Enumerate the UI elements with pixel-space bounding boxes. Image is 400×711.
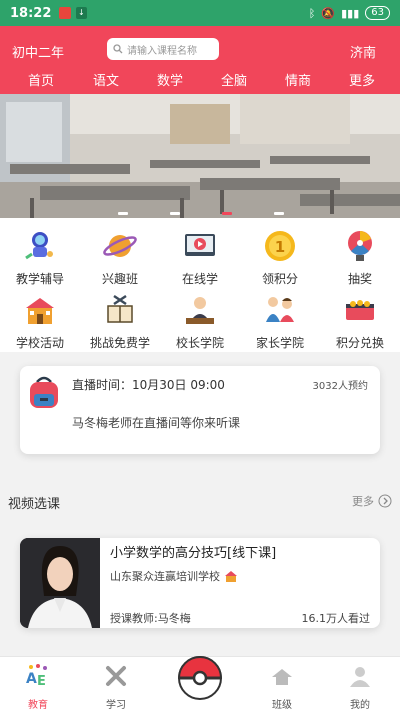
app-header: 初中二年 请输入课程名称 济南 首页 语文 数学 全脑 情商 更多 [0, 26, 400, 94]
nav-study[interactable]: 学习 [86, 663, 146, 711]
carousel-dot[interactable] [274, 212, 284, 215]
nav-label: 学习 [106, 700, 126, 711]
nav-class[interactable]: 班级 [252, 663, 312, 711]
carousel-dot[interactable] [170, 212, 180, 215]
prize-wheel-icon [348, 231, 372, 261]
grid-item-tutoring[interactable]: 教学辅导 [2, 228, 78, 287]
status-bar: 18:22 ↓ ᛒ 🔕 ▮▮▮ 63 [0, 0, 400, 26]
signal-icon: ▮▮▮ [341, 6, 360, 20]
nav-label: 我的 [350, 700, 370, 711]
tab-math[interactable]: 数学 [157, 70, 183, 89]
live-stream-card[interactable]: 直播时间：10月30日 09:00 3032人预约 马冬梅老师在直播间等你来听课 [20, 366, 380, 454]
carousel-dot[interactable] [118, 212, 128, 215]
more-label: 更多 [352, 495, 374, 508]
notification-icon [59, 7, 72, 19]
city-selector[interactable]: 济南 [350, 42, 376, 61]
grid-label: 学校活动 [15, 336, 64, 350]
astronaut-icon [25, 232, 53, 260]
grid-item-parent-academy[interactable]: 家长学院 [242, 292, 318, 351]
nav-education[interactable]: A E 教育 [8, 663, 68, 711]
grid-item-challenge-free[interactable]: 挑战免费学 [82, 292, 158, 351]
grid-item-lottery[interactable]: 抽奖 [322, 228, 398, 287]
grid-label: 校长学院 [175, 336, 224, 350]
grid-item-principal-academy[interactable]: 校长学院 [162, 292, 238, 351]
section-title: 视频选课 [8, 497, 61, 512]
planet-icon [103, 235, 137, 257]
search-icon [113, 44, 123, 54]
grid-label: 在线学 [181, 272, 218, 286]
grid-item-interest-class[interactable]: 兴趣班 [82, 228, 158, 287]
nav-profile[interactable]: 我的 [330, 663, 390, 711]
search-input[interactable]: 请输入课程名称 [107, 38, 219, 60]
video-player-icon [185, 234, 215, 256]
grid-label: 挑战免费学 [89, 336, 150, 350]
video-section-header: 视频选课 更多 [0, 486, 400, 514]
school-row[interactable]: 山东聚众连赢培训学校 [110, 568, 238, 584]
mute-icon: 🔕 [321, 6, 336, 20]
svg-text:A: A [26, 671, 37, 687]
treasure-icon [346, 300, 374, 320]
grid-item-points-exchange[interactable]: 积分兑换 [322, 292, 398, 351]
view-count: 16.1万人看过 [301, 612, 371, 625]
ae-logo-icon: A E [26, 664, 47, 689]
tab-eq[interactable]: 情商 [285, 70, 311, 89]
bluetooth-icon: ᛒ [308, 6, 316, 20]
nav-label: 班级 [272, 700, 292, 711]
schoolbag-icon [30, 376, 58, 408]
grid-item-online-learning[interactable]: 在线学 [162, 228, 238, 287]
clock: 18:22 [10, 5, 52, 21]
principal-icon [186, 297, 214, 324]
grid-item-earn-points[interactable]: 1 领积分 [242, 228, 318, 287]
book-flag-icon [107, 294, 133, 323]
teacher-photo [20, 538, 100, 628]
feature-grid: 教学辅导 兴趣班 在线学 1 领积分 抽奖 学校活动 挑战免费学 校长学院 家长… [0, 218, 400, 352]
grade-selector[interactable]: 初中二年 [12, 42, 64, 61]
svg-text:1: 1 [275, 238, 285, 256]
grid-label: 教学辅导 [15, 272, 64, 286]
banner-carousel[interactable] [0, 94, 400, 218]
carousel-dot-active[interactable] [222, 212, 232, 215]
tab-whole-brain[interactable]: 全脑 [221, 70, 247, 89]
download-icon: ↓ [76, 7, 87, 19]
reservation-count: 3032人预约 [312, 381, 368, 392]
grid-item-school-activities[interactable]: 学校活动 [2, 292, 78, 351]
cross-icon [106, 666, 126, 686]
school-badge-icon [225, 571, 237, 582]
svg-text:E: E [37, 674, 46, 689]
more-link[interactable]: 更多 [352, 493, 392, 509]
profile-icon [350, 667, 370, 687]
live-time: 直播时间：10月30日 09:00 [72, 378, 225, 392]
course-card[interactable]: 小学数学的高分技巧[线下课] 山东聚众连赢培训学校 授课教师:马冬梅 16.1万… [20, 538, 380, 628]
chevron-right-icon [378, 494, 392, 508]
course-title: 小学数学的高分技巧[线下课] [110, 546, 277, 561]
tab-chinese[interactable]: 语文 [93, 70, 119, 89]
classroom-image [0, 94, 400, 218]
school-building-icon [26, 298, 54, 324]
grid-label: 家长学院 [255, 336, 304, 350]
course-teacher: 授课教师:马冬梅 [110, 612, 191, 625]
gold-coin-icon: 1 [265, 231, 295, 261]
battery-icon: 63 [365, 6, 390, 20]
grid-label: 积分兑换 [335, 336, 384, 350]
tab-home[interactable]: 首页 [28, 70, 54, 89]
tab-more[interactable]: 更多 [349, 70, 375, 89]
grid-label: 抽奖 [347, 272, 372, 286]
nav-label: 教育 [28, 700, 48, 711]
grid-label: 兴趣班 [101, 272, 138, 286]
search-placeholder: 请输入课程名称 [127, 45, 197, 57]
class-icon [272, 669, 292, 685]
school-name: 山东聚众连赢培训学校 [110, 570, 220, 583]
grid-label: 领积分 [261, 272, 298, 286]
parents-icon [266, 297, 294, 322]
center-action-button[interactable] [178, 656, 222, 700]
live-message: 马冬梅老师在直播间等你来听课 [72, 416, 241, 430]
